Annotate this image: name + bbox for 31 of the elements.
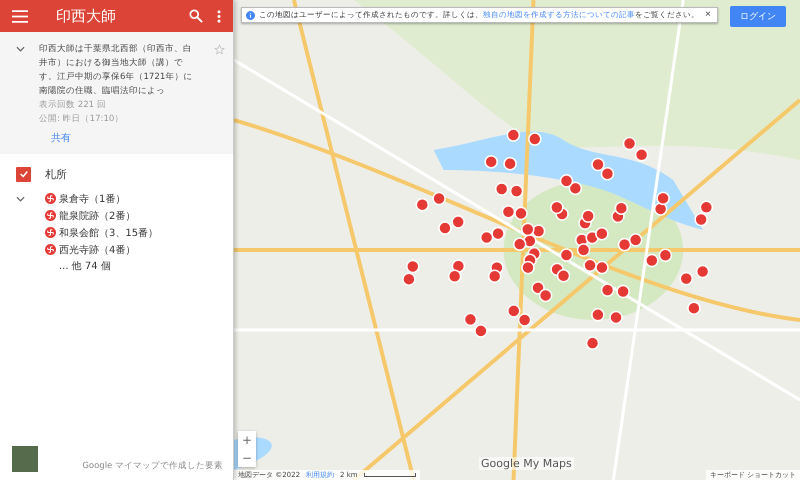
check-icon xyxy=(18,169,28,179)
swastika-marker-icon xyxy=(45,193,56,204)
place-item[interactable]: 龍泉院跡（2番） xyxy=(59,208,136,222)
swastika-marker-icon xyxy=(45,227,56,238)
view-count: 表示回数 221 回 xyxy=(39,99,107,112)
search-icon[interactable] xyxy=(189,9,203,23)
place-item[interactable]: 西光寺跡（4番） xyxy=(59,242,136,256)
basemap-thumbnail[interactable] xyxy=(12,446,38,472)
scale-bar xyxy=(364,473,416,477)
chevron-icon[interactable] xyxy=(16,196,25,202)
published-date: 公開: 昨日（17:10） xyxy=(39,113,124,126)
star-icon[interactable] xyxy=(214,44,225,55)
map-title: 印西大師 xyxy=(56,6,117,26)
map-logo: Google My Maps xyxy=(479,457,574,470)
more-link[interactable]: ... 他 74 個 xyxy=(59,258,111,275)
layer-checkbox[interactable] xyxy=(16,166,31,182)
zoom-in-button[interactable]: + xyxy=(238,431,256,449)
close-button[interactable]: × xyxy=(703,10,713,20)
footer-caption: Google マイマップで作成した要素 xyxy=(82,460,223,472)
place-item[interactable]: 泉倉寺（1番） xyxy=(59,192,126,206)
swastika-marker-icon xyxy=(45,244,56,255)
zoom-out-button[interactable]: − xyxy=(238,449,256,467)
map-description: 印西大師は千葉県北西部（印西市、白井市）における御当地大師（講）です。江戸中期の享保6年（1721年）に南陽院の住職、臨唱法印によっ xyxy=(39,42,194,98)
swastika-marker-icon xyxy=(45,210,56,221)
more-icon[interactable] xyxy=(217,10,221,22)
login-button[interactable]: ログイン xyxy=(730,6,786,27)
place-item[interactable]: 和泉会館（3、15番） xyxy=(59,226,158,240)
chevron-icon[interactable] xyxy=(16,46,25,52)
menu-icon[interactable] xyxy=(12,10,28,22)
info-icon xyxy=(246,10,255,20)
layer-name: 札所 xyxy=(45,166,67,182)
